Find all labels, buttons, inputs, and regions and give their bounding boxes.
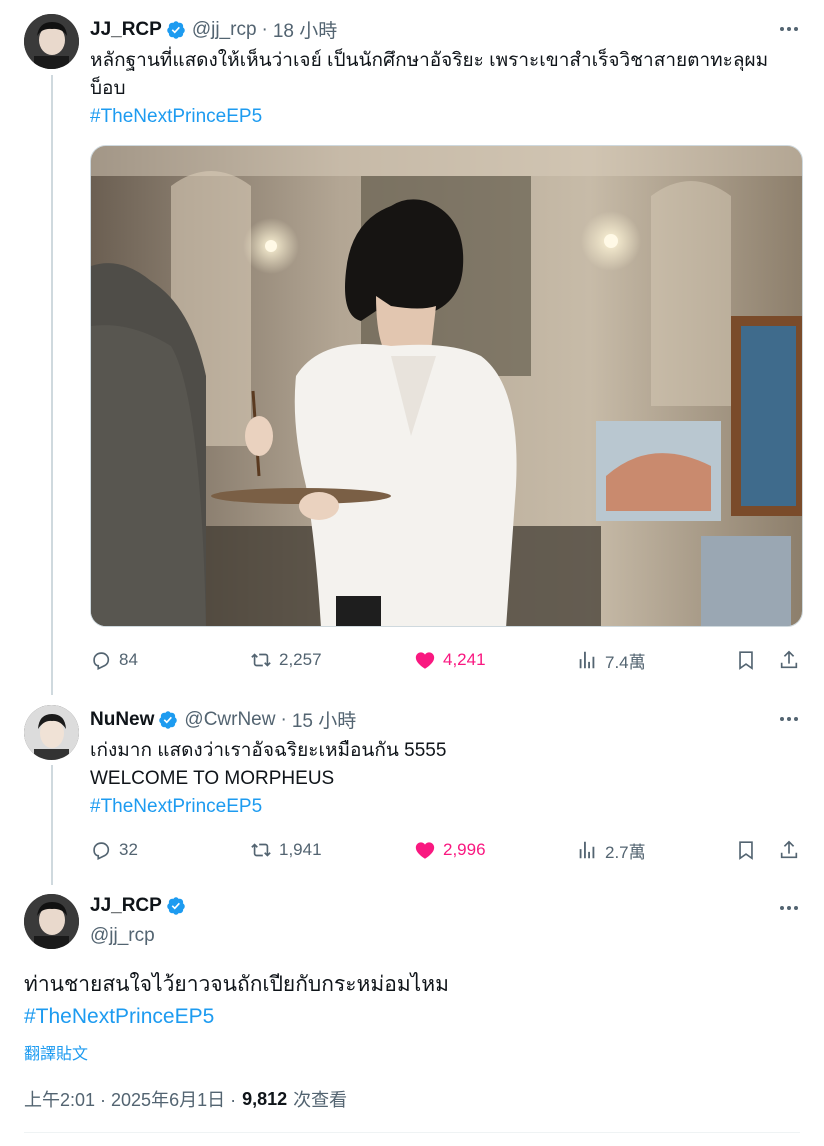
author-name[interactable]: JJ_RCP <box>90 895 162 917</box>
tweet-text-line: หลักฐานที่แสดงให้เห็นว่าเจย์ เป็นนักศึกษ… <box>90 50 769 71</box>
bookmark-icon <box>739 841 753 860</box>
reply-count: 84 <box>119 650 138 669</box>
analytics-icon <box>579 841 595 859</box>
separator: · <box>261 18 268 40</box>
avatar[interactable] <box>24 14 79 69</box>
tweet[interactable]: NuNew @CwrNew · 15 小時 เก่งมาก แสดงว่าเรา… <box>0 690 824 890</box>
tweet-text-line: WELCOME TO MORPHEUS <box>90 768 335 789</box>
views-button[interactable]: 2.7萬 <box>576 837 646 863</box>
heart-filled-icon <box>415 842 435 859</box>
reply-icon <box>93 652 110 671</box>
more-options-icon[interactable] <box>778 18 800 40</box>
avatar[interactable] <box>24 894 79 949</box>
divider <box>24 1132 800 1133</box>
hashtag-link[interactable]: #TheNextPrinceEP5 <box>90 103 800 131</box>
views-button[interactable]: 7.4萬 <box>576 647 646 673</box>
tweet-photo[interactable] <box>90 145 803 627</box>
views-count: 7.4萬 <box>605 652 646 672</box>
reply-button[interactable]: 84 <box>90 647 138 673</box>
share-icon <box>780 650 798 669</box>
reply-count: 32 <box>119 840 138 859</box>
verified-badge-icon <box>167 897 185 915</box>
views-count: 2.7萬 <box>605 842 646 862</box>
views-count: 9,812 <box>242 1088 288 1109</box>
retweet-count: 2,257 <box>279 650 322 669</box>
more-options-icon[interactable] <box>778 897 800 919</box>
tweet-text: เก่งมาก แสดงว่าเราอัจฉริยะเหมือนกัน 5555… <box>90 737 800 821</box>
reply-icon <box>93 842 110 861</box>
hashtag-link[interactable]: #TheNextPrinceEP5 <box>90 793 800 821</box>
more-options-icon[interactable] <box>778 708 800 730</box>
bookmark-button[interactable] <box>735 647 757 673</box>
avatar[interactable] <box>24 705 79 760</box>
separator: · <box>280 708 287 730</box>
tweet-text-line: ท่านชายสนใจไว้ยาวจนถักเปียกับกระหม่อมไหม <box>24 973 449 996</box>
tweet[interactable]: JJ_RCP @jj_rcp · 18 小時 หลักฐานที่แสดงให้… <box>0 0 824 690</box>
tweet-text-line: เก่งมาก แสดงว่าเราอัจฉริยะเหมือนกัน 5555 <box>90 740 447 761</box>
retweet-icon <box>251 843 271 857</box>
share-icon <box>780 840 798 859</box>
analytics-icon <box>579 651 595 669</box>
bookmark-icon <box>739 651 753 670</box>
reply-button[interactable]: 32 <box>90 837 138 863</box>
like-button[interactable]: 2,996 <box>414 837 486 863</box>
tweet-meta: 上午2:01 · 2025年6月1日 · 9,812 次查看 <box>24 1086 347 1112</box>
verified-badge-icon <box>159 710 178 729</box>
share-button[interactable] <box>778 837 800 863</box>
retweet-button[interactable]: 2,257 <box>250 647 322 673</box>
retweet-button[interactable]: 1,941 <box>250 837 322 863</box>
like-count: 2,996 <box>443 840 486 859</box>
timestamp[interactable]: 18 小時 <box>273 16 337 43</box>
author-name[interactable]: NuNew <box>90 709 154 731</box>
hashtag-link[interactable]: #TheNextPrinceEP5 <box>24 1001 794 1033</box>
post-time[interactable]: 上午2:01 · 2025年6月1日 · <box>24 1086 236 1112</box>
heart-filled-icon <box>415 652 435 669</box>
views-label: 次查看 <box>293 1090 348 1110</box>
bookmark-button[interactable] <box>735 837 757 863</box>
like-button[interactable]: 4,241 <box>414 647 486 673</box>
retweet-count: 1,941 <box>279 840 322 859</box>
retweet-icon <box>251 653 271 667</box>
verified-badge-icon <box>167 20 185 39</box>
author-handle[interactable]: @jj_rcp <box>192 19 257 41</box>
tweet-text: หลักฐานที่แสดงให้เห็นว่าเจย์ เป็นนักศึกษ… <box>90 47 800 131</box>
timestamp[interactable]: 15 小時 <box>292 706 356 733</box>
like-count: 4,241 <box>443 650 486 669</box>
author-name[interactable]: JJ_RCP <box>90 19 162 41</box>
share-button[interactable] <box>778 647 800 673</box>
author-handle[interactable]: @jj_rcp <box>90 925 155 947</box>
translate-post-link[interactable]: 翻譯貼文 <box>24 1040 88 1064</box>
author-handle[interactable]: @CwrNew <box>184 709 275 731</box>
tweet-text: ท่านชายสนใจไว้ยาวจนถักเปียกับกระหม่อมไหม… <box>24 969 794 1033</box>
tweet-text-line: บ็อบ <box>90 78 126 99</box>
